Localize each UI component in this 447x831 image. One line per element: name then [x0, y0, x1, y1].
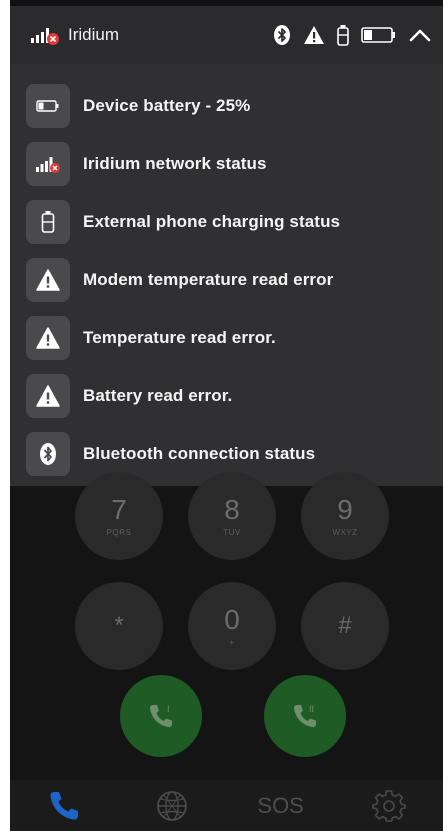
key-letters: PQRS: [106, 527, 132, 537]
status-panel: Device battery - 25% Iridium network sta…: [10, 64, 443, 486]
tab-settings[interactable]: [349, 782, 429, 830]
warning-icon: [26, 316, 70, 360]
status-item-battery-read: Battery read error.: [10, 367, 443, 425]
settings-icon: [372, 789, 406, 822]
status-item-label: Battery read error.: [83, 386, 233, 405]
phone-charging-icon: [337, 24, 349, 46]
key-letters: TUV: [223, 527, 241, 537]
network-name: Iridium: [68, 25, 120, 44]
status-item-label: Modem temperature read error: [83, 270, 334, 289]
battery-icon: [361, 26, 397, 44]
status-item-label: External phone charging status: [83, 212, 341, 231]
line-label: I: [167, 704, 170, 714]
status-item-label: Iridium network status: [83, 154, 267, 173]
warning-icon: [303, 25, 325, 45]
phone-line-2-icon: II: [294, 704, 316, 727]
screen-edge-left: [0, 0, 10, 831]
key-digit: 8: [224, 493, 240, 525]
key-8[interactable]: 8 TUV: [188, 472, 276, 560]
key-9[interactable]: 9 WXYZ: [301, 472, 389, 560]
key-digit: 0: [224, 603, 240, 635]
screen-edge-right: [443, 0, 447, 831]
tab-phone[interactable]: [24, 782, 104, 830]
warning-icon: [26, 374, 70, 418]
status-item-device-battery: Device battery - 25%: [10, 77, 443, 135]
dial-pad: 7 PQRS 8 TUV 9 WXYZ * 0 + # I II: [10, 472, 443, 780]
key-letters: WXYZ: [332, 527, 358, 537]
globe-icon: [157, 790, 188, 821]
status-item-label: Temperature read error.: [83, 328, 276, 347]
key-digit: 9: [337, 493, 353, 525]
key-star[interactable]: *: [75, 582, 163, 670]
status-item-phone-charging: External phone charging status: [10, 193, 443, 251]
sos-label: SOS: [257, 792, 304, 818]
key-digit: #: [338, 612, 352, 639]
phone-charging-icon: [26, 200, 70, 244]
chevron-up-icon[interactable]: [409, 27, 431, 43]
key-letters: +: [229, 637, 235, 647]
status-item-modem-temperature: Modem temperature read error: [10, 251, 443, 309]
tab-globe[interactable]: [132, 782, 212, 830]
status-item-network: Iridium network status: [10, 135, 443, 193]
network-indicator: Iridium: [30, 24, 273, 46]
key-0[interactable]: 0 +: [188, 582, 276, 670]
status-item-label: Device battery - 25%: [83, 96, 251, 115]
status-item-temperature: Temperature read error.: [10, 309, 443, 367]
battery-icon: [26, 84, 70, 128]
bluetooth-icon: [26, 432, 70, 476]
phone-line-1-icon: I: [150, 704, 172, 727]
signal-icon: [30, 24, 60, 46]
tab-bar: SOS: [10, 780, 443, 831]
key-hash[interactable]: #: [301, 582, 389, 670]
key-digit: 7: [111, 493, 127, 525]
bluetooth-icon: [273, 24, 291, 46]
phone-icon: [50, 791, 79, 819]
signal-icon: [26, 142, 70, 186]
warning-icon: [26, 258, 70, 302]
tab-sos[interactable]: SOS: [241, 782, 321, 830]
key-digit: *: [114, 612, 124, 639]
status-bar[interactable]: Iridium: [10, 6, 443, 64]
call-line-2-button[interactable]: II: [264, 675, 346, 757]
line-label: II: [309, 704, 314, 714]
status-item-label: Bluetooth connection status: [83, 444, 316, 463]
call-line-1-button[interactable]: I: [120, 675, 202, 757]
key-7[interactable]: 7 PQRS: [75, 472, 163, 560]
